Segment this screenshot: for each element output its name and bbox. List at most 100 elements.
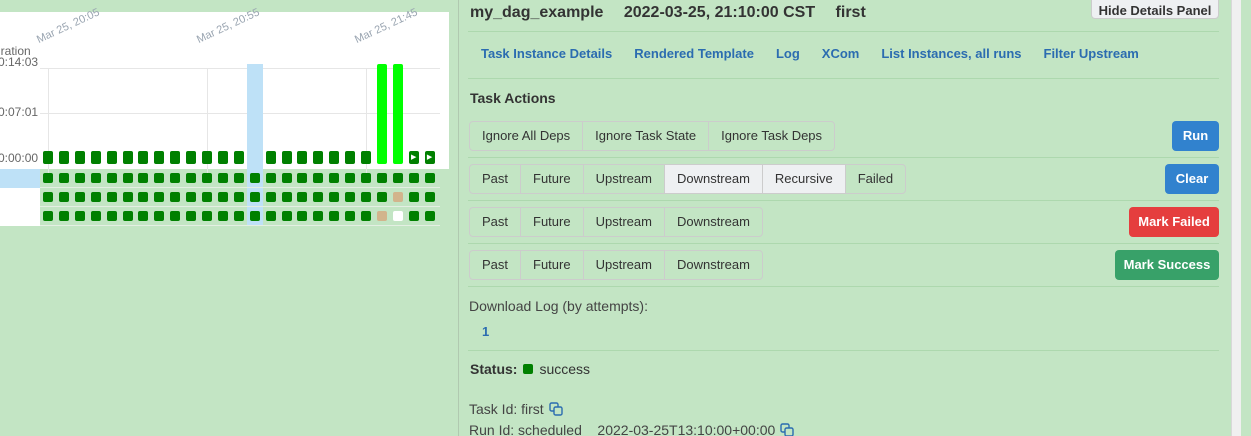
ignore-all-deps-toggle[interactable]: Ignore All Deps <box>470 122 584 150</box>
clear-past-toggle[interactable]: Past <box>470 165 522 193</box>
task-instance-cell[interactable] <box>297 211 308 221</box>
task-instance-cell[interactable] <box>249 173 260 183</box>
download-log-attempt-link[interactable]: 1 <box>482 324 489 339</box>
task-instance-cell[interactable] <box>376 173 387 183</box>
ignore-task-state-toggle[interactable]: Ignore Task State <box>583 122 710 150</box>
dag-run-bar[interactable] <box>106 151 117 164</box>
dag-run-bar[interactable] <box>313 151 324 164</box>
task-instance-cell[interactable] <box>202 211 212 221</box>
task-instance-cell[interactable] <box>424 211 435 221</box>
clear-button[interactable]: Clear <box>1165 164 1219 194</box>
task-instance-cell[interactable] <box>281 192 292 202</box>
dag-run-bar[interactable] <box>392 64 403 164</box>
task-instance-cell[interactable] <box>345 173 356 183</box>
dag-run-bar[interactable] <box>361 151 371 164</box>
task-instance-cell[interactable] <box>361 173 371 183</box>
dag-run-bar[interactable] <box>186 151 197 164</box>
task-instance-cell[interactable] <box>408 192 419 202</box>
task-instance-cell[interactable] <box>138 211 149 221</box>
task-instance-cell[interactable] <box>138 173 149 183</box>
tab-list-instances[interactable]: List Instances, all runs <box>870 46 1032 61</box>
copy-icon[interactable] <box>780 423 795 436</box>
dag-run-bar[interactable] <box>154 151 165 164</box>
task-instance-cell[interactable] <box>106 173 117 183</box>
dag-run-bar[interactable] <box>58 151 69 164</box>
task-instance-cell[interactable] <box>345 192 356 202</box>
task-instance-cell[interactable] <box>170 192 181 202</box>
play-icon[interactable]: ▶ <box>424 151 435 164</box>
dag-run-bar[interactable] <box>281 151 292 164</box>
task-instance-cell[interactable] <box>217 211 228 221</box>
task-instance-cell[interactable] <box>186 173 197 183</box>
success-future-toggle[interactable]: Future <box>521 251 584 279</box>
task-instance-cell[interactable] <box>122 192 133 202</box>
task-instance-cell[interactable] <box>122 173 133 183</box>
task-instance-cell[interactable] <box>170 173 181 183</box>
dag-run-bar[interactable] <box>345 151 356 164</box>
task-instance-cell[interactable] <box>281 211 292 221</box>
task-instance-cell[interactable] <box>313 211 324 221</box>
tab-filter-upstream[interactable]: Filter Upstream <box>1033 46 1150 61</box>
task-instance-cell[interactable] <box>74 211 85 221</box>
task-instance-cell[interactable] <box>265 192 276 202</box>
task-instance-cell[interactable] <box>154 192 165 202</box>
task-instance-cell[interactable] <box>361 211 371 221</box>
task-instance-cell[interactable] <box>408 173 419 183</box>
dag-run-bar[interactable] <box>202 151 212 164</box>
dag-run-bar[interactable] <box>329 151 340 164</box>
scrollbar[interactable] <box>1231 0 1241 436</box>
task-instance-cell[interactable] <box>424 173 435 183</box>
task-instance-cell[interactable] <box>43 211 53 221</box>
task-instance-cell[interactable] <box>297 192 308 202</box>
task-row[interactable] <box>0 207 440 226</box>
task-instance-cell[interactable] <box>202 173 212 183</box>
task-instance-cell[interactable] <box>392 211 403 221</box>
task-name-cell[interactable] <box>0 188 40 207</box>
task-instance-cell[interactable] <box>170 211 181 221</box>
mark-success-button[interactable]: Mark Success <box>1115 250 1219 280</box>
task-row[interactable] <box>0 169 440 188</box>
task-row[interactable] <box>0 188 440 207</box>
dag-run-bar[interactable] <box>233 151 244 164</box>
task-instance-cell[interactable] <box>90 211 101 221</box>
task-instance-cell[interactable] <box>58 173 69 183</box>
task-instance-cell[interactable] <box>376 192 387 202</box>
task-instance-cell[interactable] <box>345 211 356 221</box>
dag-run-bar[interactable] <box>297 151 308 164</box>
task-instance-cell[interactable] <box>329 192 340 202</box>
task-instance-cell[interactable] <box>313 192 324 202</box>
dag-run-bar[interactable] <box>217 151 228 164</box>
success-upstream-toggle[interactable]: Upstream <box>584 251 665 279</box>
failed-future-toggle[interactable]: Future <box>521 208 584 236</box>
task-instance-cell[interactable] <box>58 211 69 221</box>
failed-past-toggle[interactable]: Past <box>470 208 522 236</box>
task-instance-cell[interactable] <box>392 173 403 183</box>
clear-future-toggle[interactable]: Future <box>521 165 584 193</box>
task-instance-cell[interactable] <box>281 173 292 183</box>
task-instance-cell[interactable] <box>43 173 53 183</box>
task-instance-cell[interactable] <box>233 211 244 221</box>
clear-recursive-toggle[interactable]: Recursive <box>762 165 846 193</box>
tab-log[interactable]: Log <box>765 46 811 61</box>
task-instance-cell[interactable] <box>122 211 133 221</box>
play-icon[interactable]: ▶ <box>408 151 419 164</box>
tab-xcom[interactable]: XCom <box>811 46 871 61</box>
ignore-task-deps-toggle[interactable]: Ignore Task Deps <box>709 122 834 150</box>
mark-failed-button[interactable]: Mark Failed <box>1129 207 1219 237</box>
task-instance-cell[interactable] <box>217 173 228 183</box>
task-instance-cell[interactable] <box>58 192 69 202</box>
task-instance-cell[interactable] <box>186 211 197 221</box>
task-instance-cell[interactable] <box>408 211 419 221</box>
task-instance-cell[interactable] <box>74 173 85 183</box>
task-instance-cell[interactable] <box>329 211 340 221</box>
dag-run-bar[interactable] <box>122 151 133 164</box>
task-instance-cell[interactable] <box>90 173 101 183</box>
success-past-toggle[interactable]: Past <box>470 251 522 279</box>
task-instance-cell[interactable] <box>154 211 165 221</box>
copy-icon[interactable] <box>548 402 563 416</box>
task-instance-cell[interactable] <box>233 173 244 183</box>
hide-details-button[interactable]: Hide Details Panel <box>1091 0 1219 19</box>
task-instance-cell[interactable] <box>249 192 260 202</box>
dag-run-bar[interactable] <box>170 151 181 164</box>
task-instance-cell[interactable] <box>90 192 101 202</box>
